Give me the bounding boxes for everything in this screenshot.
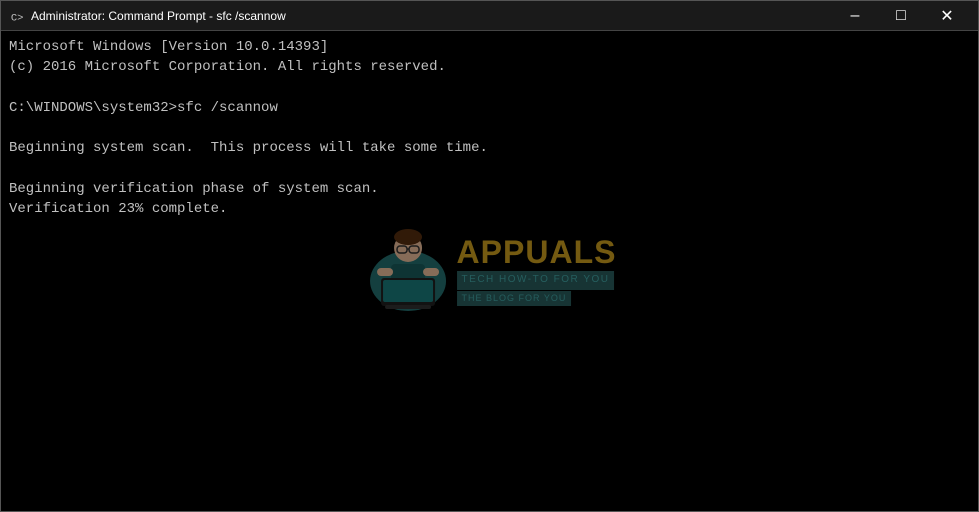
console-line (9, 402, 970, 422)
title-bar-controls: – □ ✕ (832, 1, 970, 31)
console-line: (c) 2016 Microsoft Corporation. All righ… (9, 57, 970, 77)
command-prompt-window: C> Administrator: Command Prompt - sfc /… (0, 0, 979, 512)
console-line (9, 321, 970, 341)
console-lines: Microsoft Windows [Version 10.0.14393](c… (9, 37, 970, 484)
console-line (9, 220, 970, 240)
console-line (9, 260, 970, 280)
console-line: Microsoft Windows [Version 10.0.14393] (9, 37, 970, 57)
title-bar: C> Administrator: Command Prompt - sfc /… (1, 1, 978, 31)
console-line (9, 443, 970, 463)
console-line (9, 362, 970, 382)
console-line (9, 118, 970, 138)
title-bar-text: Administrator: Command Prompt - sfc /sca… (31, 9, 832, 23)
svg-text:C>: C> (11, 12, 24, 23)
console-line (9, 240, 970, 260)
console-line: Verification 23% complete. (9, 199, 970, 219)
console-line (9, 382, 970, 402)
console-line (9, 281, 970, 301)
console-line (9, 159, 970, 179)
console-line: C:\WINDOWS\system32>sfc /scannow (9, 98, 970, 118)
maximize-button[interactable]: □ (878, 1, 924, 31)
cmd-icon: C> (9, 8, 25, 24)
minimize-button[interactable]: – (832, 1, 878, 31)
console-line (9, 78, 970, 98)
close-button[interactable]: ✕ (924, 1, 970, 31)
console-line (9, 423, 970, 443)
console-line (9, 301, 970, 321)
console-output[interactable]: Microsoft Windows [Version 10.0.14393](c… (1, 31, 978, 511)
console-line: Beginning verification phase of system s… (9, 179, 970, 199)
console-line (9, 341, 970, 361)
console-line: Beginning system scan. This process will… (9, 138, 970, 158)
console-line (9, 463, 970, 483)
